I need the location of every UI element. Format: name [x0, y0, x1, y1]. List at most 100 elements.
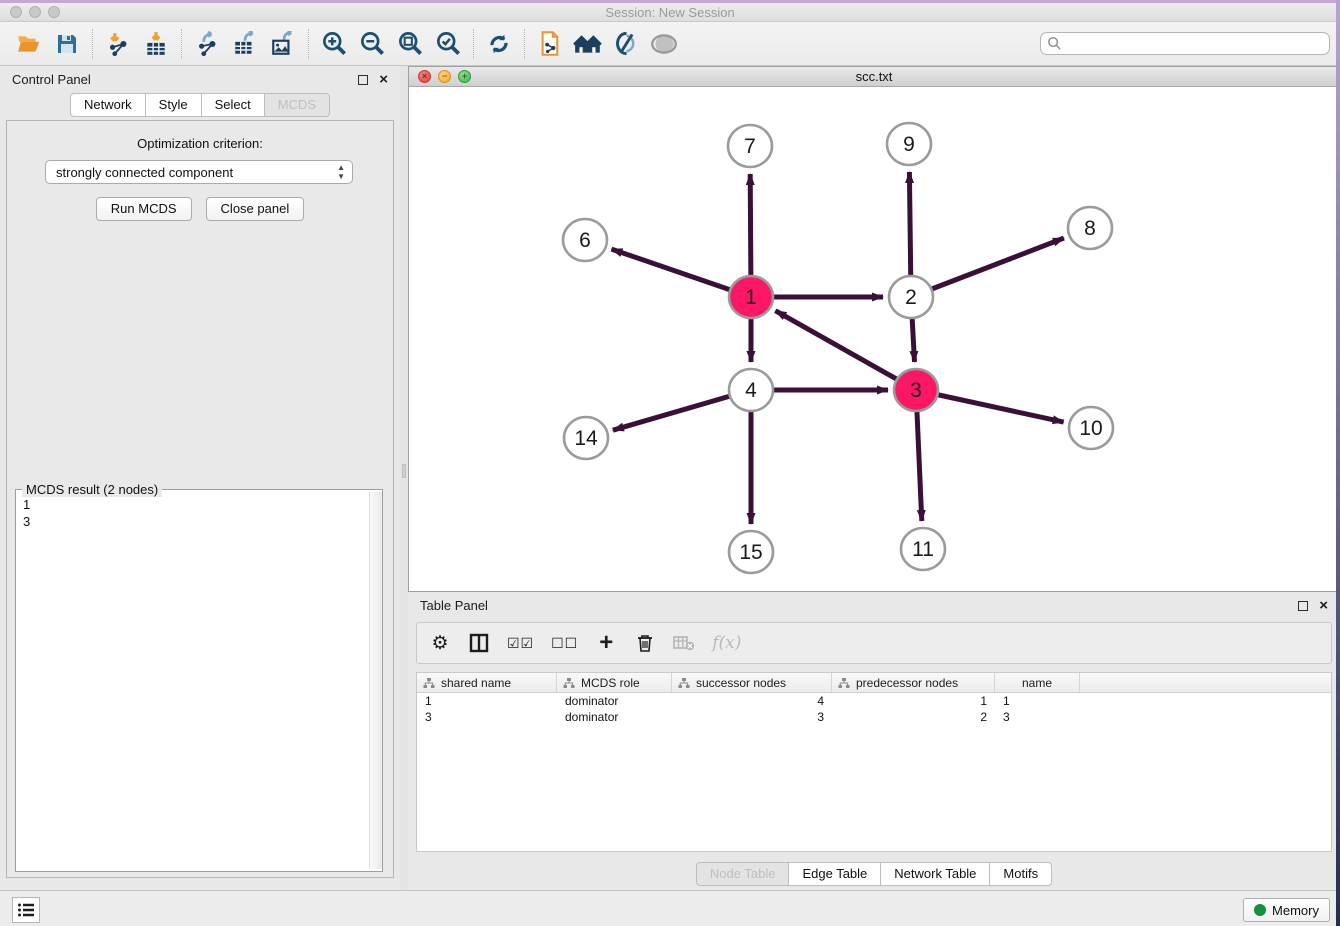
settings-gear-icon[interactable]: ⚙: [429, 630, 451, 656]
table-cell[interactable]: 2: [832, 709, 995, 725]
column-header-mcds-role[interactable]: MCDS role: [557, 673, 672, 692]
edge-3-1: [775, 311, 916, 390]
toolbar-separator: [473, 29, 474, 59]
table-cell[interactable]: 1: [995, 693, 1080, 709]
table-cell[interactable]: 3: [417, 709, 557, 725]
table-row[interactable]: 3dominator323: [417, 709, 1331, 725]
table-cell[interactable]: 3: [995, 709, 1080, 725]
zoom-out-icon[interactable]: [353, 26, 391, 62]
refresh-icon[interactable]: [480, 26, 518, 62]
main-toolbar: [0, 22, 1340, 66]
first-neighbors-icon[interactable]: [569, 26, 607, 62]
graph-node-6[interactable]: 6: [563, 219, 607, 261]
table-cell[interactable]: 1: [417, 693, 557, 709]
graph-node-8[interactable]: 8: [1068, 207, 1112, 249]
deselect-all-checks-icon[interactable]: ☐☐: [551, 630, 578, 656]
graph-node-3[interactable]: 3: [894, 369, 938, 411]
graph-node-7[interactable]: 7: [728, 125, 772, 167]
hide-graphics-details-icon[interactable]: [607, 26, 645, 62]
network-close-button[interactable]: ×: [418, 70, 431, 83]
import-network-glyph: [105, 31, 131, 57]
tab-mcds[interactable]: MCDS: [264, 93, 330, 117]
import-network-icon[interactable]: [99, 26, 137, 62]
tab-network-table[interactable]: Network Table: [880, 862, 990, 886]
network-graph[interactable]: 1 2 3 4 6 7 8 9 10 11 14 15: [409, 87, 1339, 591]
toolbar-separator: [181, 29, 182, 59]
eye-icon[interactable]: [645, 26, 683, 62]
network-maximize-button[interactable]: +: [458, 70, 471, 83]
tab-motifs[interactable]: Motifs: [989, 862, 1052, 886]
graph-node-9[interactable]: 9: [887, 123, 931, 165]
open-folder-icon[interactable]: [10, 26, 48, 62]
mcds-result-text[interactable]: 1 3: [16, 492, 368, 871]
show-columns-icon[interactable]: [468, 630, 490, 656]
table-toolbar: ⚙ ☑☑ ☐☐ + f(x): [416, 622, 1332, 664]
graph-node-1[interactable]: 1: [729, 276, 773, 318]
memory-label: Memory: [1272, 903, 1319, 918]
table-cell[interactable]: 4: [672, 693, 832, 709]
task-history-button[interactable]: [12, 897, 40, 923]
new-network-from-selection-icon[interactable]: [531, 26, 569, 62]
import-table-icon[interactable]: [137, 26, 175, 62]
zoom-fit-icon[interactable]: [391, 26, 429, 62]
svg-text:6: 6: [579, 229, 591, 252]
export-table-glyph: [232, 31, 258, 57]
select-all-checks-icon[interactable]: ☑☑: [507, 630, 534, 656]
graph-node-10[interactable]: 10: [1069, 407, 1113, 449]
network-minimize-button[interactable]: −: [438, 70, 451, 83]
control-panel-title: Control Panel: [12, 72, 91, 87]
zoom-selected-icon[interactable]: [429, 26, 467, 62]
table-panel-tabs: Node TableEdge TableNetwork TableMotifs: [408, 862, 1340, 886]
tab-node-table[interactable]: Node Table: [696, 862, 790, 886]
function-builder-icon[interactable]: f(x): [712, 630, 741, 656]
application-window: Session: New Session: [0, 0, 1340, 926]
eye-glyph: [649, 31, 679, 57]
table-cell[interactable]: 3: [672, 709, 832, 725]
add-row-icon[interactable]: +: [595, 630, 617, 656]
graph-node-15[interactable]: 15: [729, 531, 773, 573]
save-icon[interactable]: [48, 26, 86, 62]
graph-node-4[interactable]: 4: [729, 369, 773, 411]
network-window-titlebar[interactable]: × − + scc.txt: [409, 67, 1339, 87]
tab-style[interactable]: Style: [145, 93, 202, 117]
run-mcds-button[interactable]: Run MCDS: [96, 197, 192, 221]
graph-node-2[interactable]: 2: [889, 276, 933, 318]
table-cell[interactable]: 1: [832, 693, 995, 709]
close-table-panel-icon[interactable]: ×: [1319, 598, 1328, 613]
network-canvas[interactable]: 1 2 3 4 6 7 8 9 10 11 14 15: [409, 87, 1339, 591]
tab-select[interactable]: Select: [201, 93, 265, 117]
splitter-grip[interactable]: [402, 464, 406, 478]
export-image-icon[interactable]: [264, 26, 302, 62]
graph-node-14[interactable]: 14: [564, 417, 608, 459]
float-table-panel-icon[interactable]: [1298, 601, 1308, 611]
result-scrollbar[interactable]: [369, 492, 382, 869]
delete-table-icon[interactable]: [673, 630, 695, 656]
memory-button[interactable]: Memory: [1243, 898, 1330, 922]
column-header-predecessor-nodes[interactable]: predecessor nodes: [832, 673, 995, 692]
svg-text:2: 2: [905, 286, 917, 309]
close-panel-button[interactable]: Close panel: [206, 197, 305, 221]
zoom-in-icon[interactable]: [315, 26, 353, 62]
window-title: Session: New Session: [0, 5, 1340, 20]
column-header-successor-nodes[interactable]: successor nodes: [672, 673, 832, 692]
svg-text:10: 10: [1079, 417, 1102, 440]
column-header-shared-name[interactable]: shared name: [417, 673, 557, 692]
float-panel-icon[interactable]: [358, 75, 368, 85]
table-cell[interactable]: dominator: [557, 693, 672, 709]
tab-edge-table[interactable]: Edge Table: [788, 862, 881, 886]
desktop-edge-top: [0, 0, 1340, 3]
table-cell[interactable]: dominator: [557, 709, 672, 725]
graph-node-11[interactable]: 11: [901, 528, 945, 570]
table-row[interactable]: 1dominator411: [417, 693, 1331, 709]
column-header-name[interactable]: name: [995, 673, 1080, 692]
status-bar: Memory: [0, 890, 1340, 926]
export-table-icon[interactable]: [226, 26, 264, 62]
vertical-splitter[interactable]: [400, 66, 408, 890]
close-panel-icon[interactable]: ×: [379, 72, 388, 87]
criterion-select[interactable]: strongly connected component ▲▼: [45, 160, 353, 184]
toolbar-separator: [92, 29, 93, 59]
delete-row-icon[interactable]: [634, 630, 656, 656]
search-input[interactable]: [1040, 32, 1330, 55]
tab-network[interactable]: Network: [70, 93, 146, 117]
export-network-icon[interactable]: [188, 26, 226, 62]
